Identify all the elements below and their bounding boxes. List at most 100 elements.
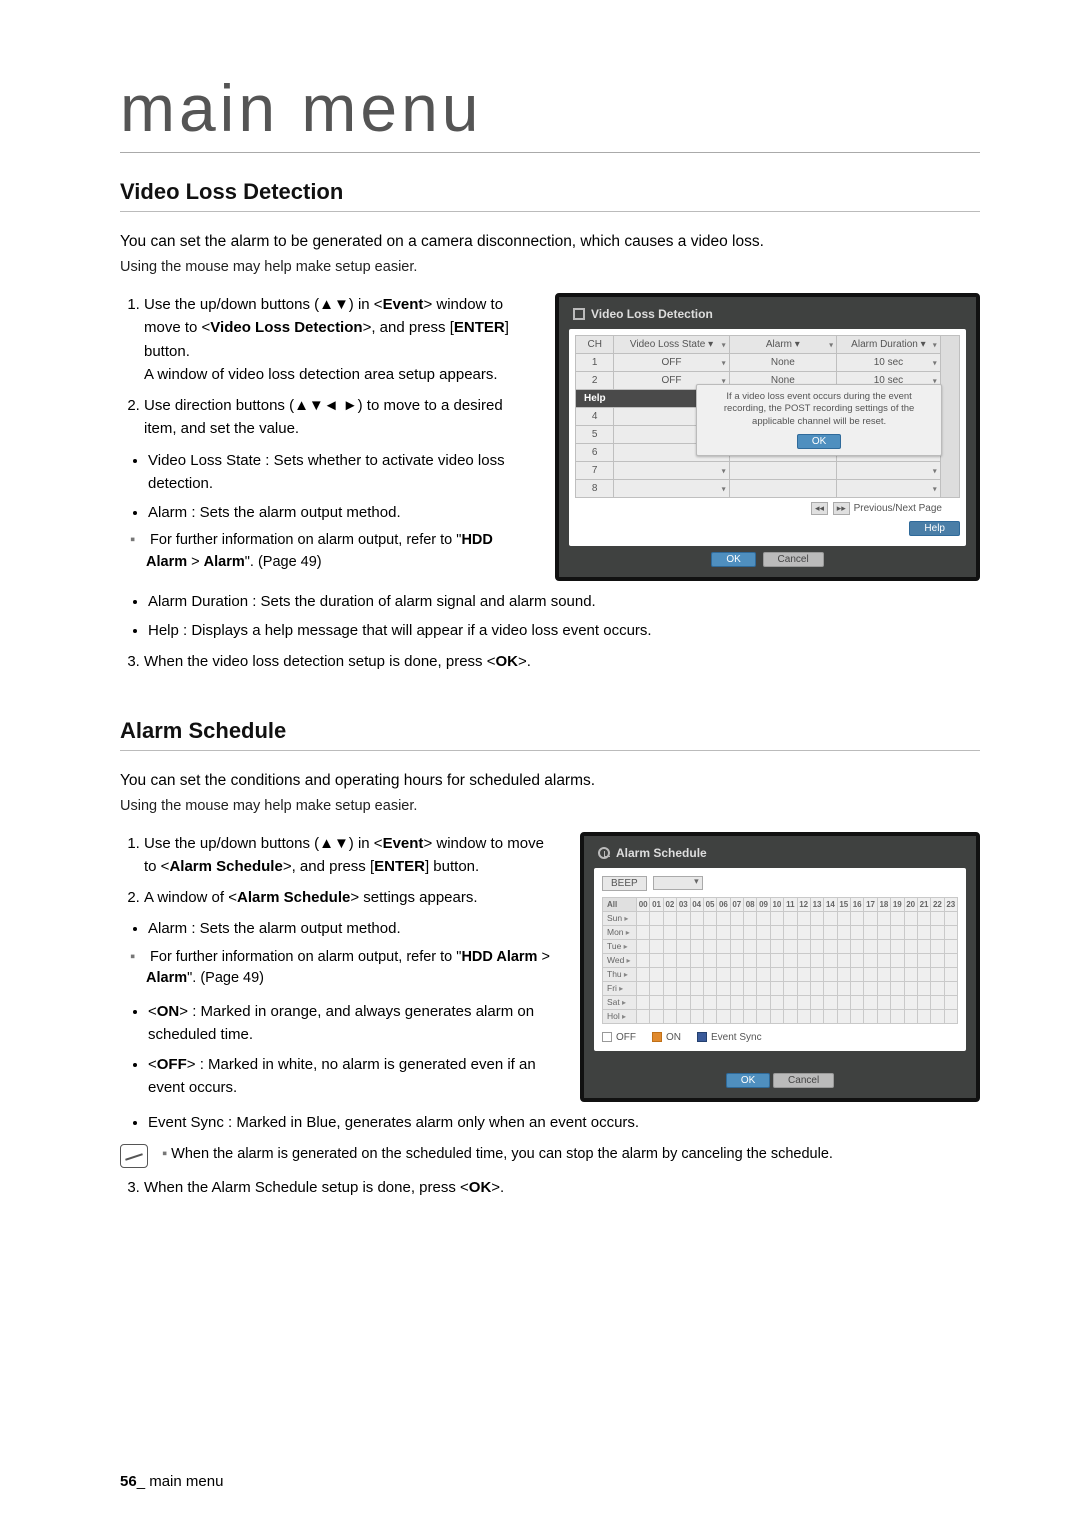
- legend-on: ON: [652, 1032, 681, 1043]
- swatch-event-icon: [697, 1032, 707, 1042]
- t: HDD Alarm: [461, 949, 537, 965]
- grid-row-tue[interactable]: Tue: [603, 939, 958, 953]
- hour-col[interactable]: 02: [663, 897, 676, 911]
- cell[interactable]: None: [729, 354, 837, 372]
- beep-selector[interactable]: BEEP: [602, 876, 958, 891]
- ok-button[interactable]: OK: [711, 552, 755, 567]
- vld-b-help: Help : Displays a help message that will…: [148, 619, 980, 642]
- hour-col[interactable]: 15: [837, 897, 850, 911]
- swatch-off-icon: [602, 1032, 612, 1042]
- t: Use the up/down buttons (▲▼) in <: [144, 296, 383, 313]
- hour-col[interactable]: 17: [864, 897, 877, 911]
- day-label[interactable]: Fri: [603, 981, 637, 995]
- hour-col[interactable]: 11: [784, 897, 797, 911]
- grid-row-wed[interactable]: Wed: [603, 953, 958, 967]
- grid-row-thu[interactable]: Thu: [603, 967, 958, 981]
- hour-col[interactable]: 10: [770, 897, 783, 911]
- schedule-grid[interactable]: All 000102030405060708091011121314151617…: [602, 897, 958, 1024]
- grid-row-hol[interactable]: Hol: [603, 1009, 958, 1023]
- col-alarm[interactable]: Alarm ▾: [729, 336, 837, 354]
- table-header-row: CH Video Loss State ▾ Alarm ▾ Alarm Dura…: [576, 336, 960, 354]
- hour-col[interactable]: 03: [677, 897, 690, 911]
- beep-dropdown[interactable]: [653, 876, 703, 890]
- prev-page-button[interactable]: ◂◂: [811, 502, 828, 515]
- t: For further information on alarm output,…: [150, 949, 461, 965]
- cancel-button[interactable]: Cancel: [773, 1073, 834, 1088]
- hour-col[interactable]: 20: [904, 897, 917, 911]
- day-label[interactable]: Hol: [603, 1009, 637, 1023]
- grid-row-sat[interactable]: Sat: [603, 995, 958, 1009]
- as-screenshot: Alarm Schedule BEEP All 0001020304050607…: [580, 832, 980, 1106]
- t: Video Loss Detection: [591, 307, 713, 321]
- day-label[interactable]: Thu: [603, 967, 637, 981]
- hour-col[interactable]: 19: [891, 897, 904, 911]
- hour-col[interactable]: 04: [690, 897, 703, 911]
- day-label[interactable]: Wed: [603, 953, 637, 967]
- as-bullet-alarm: Alarm : Sets the alarm output method.: [120, 917, 560, 940]
- t: applicable channel will be reset.: [752, 416, 886, 427]
- hour-col[interactable]: 08: [744, 897, 757, 911]
- as-sub-alarm-li: For further information on alarm output,…: [146, 947, 560, 991]
- as-step-2: A window of <Alarm Schedule> settings ap…: [144, 886, 560, 909]
- col-ch[interactable]: CH: [576, 336, 614, 354]
- ok-button[interactable]: OK: [726, 1073, 770, 1088]
- vld-b-alarm: Alarm : Sets the alarm output method.: [148, 501, 535, 524]
- page-footer: 56_ main menu: [120, 1473, 223, 1490]
- t: Event: [383, 835, 424, 852]
- hour-col[interactable]: 00: [637, 897, 650, 911]
- hour-col[interactable]: 23: [944, 897, 957, 911]
- as-window-title: Alarm Schedule: [598, 846, 964, 860]
- hour-col[interactable]: 05: [703, 897, 716, 911]
- next-page-button[interactable]: ▸▸: [833, 502, 850, 515]
- vld-steps-end: When the video loss detection setup is d…: [120, 650, 980, 673]
- as-sub-alarm: For further information on alarm output,…: [120, 947, 560, 991]
- tooltip-ok-button[interactable]: OK: [797, 434, 841, 449]
- t: ON: [666, 1032, 681, 1043]
- hour-col[interactable]: 06: [717, 897, 730, 911]
- grid-row-sun[interactable]: Sun: [603, 911, 958, 925]
- hour-col[interactable]: 14: [824, 897, 837, 911]
- day-label[interactable]: Sat: [603, 995, 637, 1009]
- cell-dropdown[interactable]: 10 sec: [837, 354, 941, 372]
- t: > : Marked in orange, and always generat…: [148, 1003, 534, 1043]
- t: OK: [495, 653, 518, 670]
- day-label[interactable]: Mon: [603, 925, 637, 939]
- grid-header-row: All 000102030405060708091011121314151617…: [603, 897, 958, 911]
- col-duration[interactable]: Alarm Duration ▾: [837, 336, 941, 354]
- as-b-on: <ON> : Marked in orange, and always gene…: [148, 1000, 560, 1047]
- vld-step-3: When the video loss detection setup is d…: [144, 650, 980, 673]
- col-state[interactable]: Video Loss State ▾: [614, 336, 729, 354]
- help-button[interactable]: Help: [909, 521, 960, 536]
- table-row[interactable]: 8: [576, 480, 960, 498]
- scrollbar[interactable]: [940, 336, 959, 498]
- hour-col[interactable]: 16: [851, 897, 864, 911]
- t: _: [137, 1473, 150, 1490]
- t: >, and press [: [283, 858, 374, 875]
- t: ENTER: [454, 319, 505, 336]
- vld-b-state: Video Loss State : Sets whether to activ…: [148, 449, 535, 496]
- hour-col[interactable]: 13: [810, 897, 823, 911]
- hour-col[interactable]: 18: [877, 897, 890, 911]
- hour-col[interactable]: 01: [650, 897, 663, 911]
- grid-row-fri[interactable]: Fri: [603, 981, 958, 995]
- grid-row-mon[interactable]: Mon: [603, 925, 958, 939]
- as-step-1: Use the up/down buttons (▲▼) in <Event> …: [144, 832, 560, 879]
- t: Event: [383, 296, 424, 313]
- vld-bullets-upper: Video Loss State : Sets whether to activ…: [120, 449, 535, 525]
- vld-b-duration: Alarm Duration : Sets the duration of al…: [148, 590, 980, 613]
- hour-col[interactable]: 22: [931, 897, 944, 911]
- hour-col[interactable]: 21: [917, 897, 930, 911]
- t: If a video loss event occurs during the …: [726, 391, 911, 402]
- table-row[interactable]: 7: [576, 462, 960, 480]
- t: >.: [491, 1179, 504, 1196]
- hour-col[interactable]: 07: [730, 897, 743, 911]
- day-label[interactable]: Tue: [603, 939, 637, 953]
- table-row[interactable]: 1 OFF None 10 sec: [576, 354, 960, 372]
- hour-col[interactable]: 09: [757, 897, 770, 911]
- as-b-alarm: Alarm : Sets the alarm output method.: [148, 917, 560, 940]
- day-label[interactable]: Sun: [603, 911, 637, 925]
- hour-col[interactable]: 12: [797, 897, 810, 911]
- col-all[interactable]: All: [603, 897, 637, 911]
- cancel-button[interactable]: Cancel: [763, 552, 824, 567]
- cell-dropdown[interactable]: OFF: [614, 354, 729, 372]
